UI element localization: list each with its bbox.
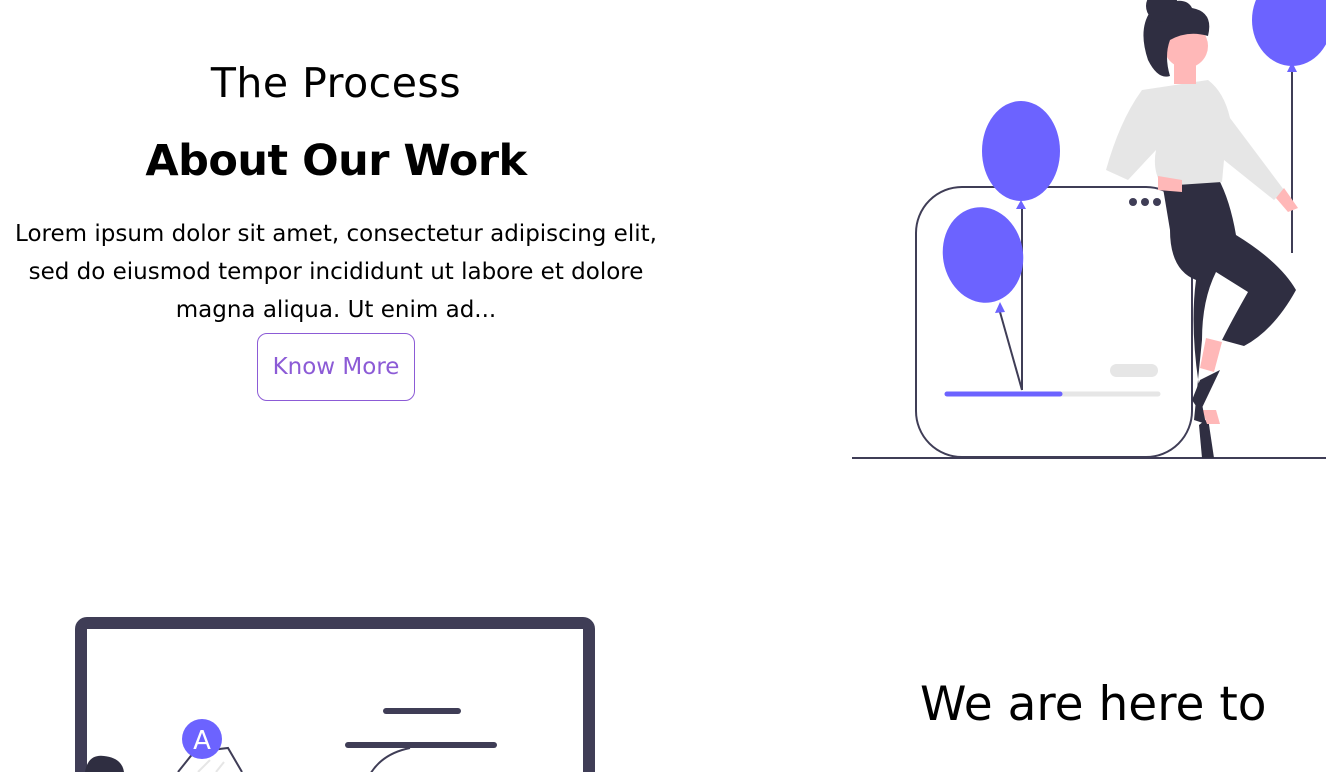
description-line: sed do eiusmod tempor incididunt ut labo… [28,259,644,285]
section-description: Lorem ipsum dolor sit amet, consectetur … [0,215,696,329]
know-more-button[interactable]: Know More [256,333,416,401]
next-section-heading: We are here to [920,677,1267,732]
presentation-board-illustration: A [75,617,595,772]
description-line: Lorem ipsum dolor sit amet, consectetur … [15,221,657,247]
next-section: We are here to [900,672,1326,738]
balloon-right [1252,0,1326,253]
section-eyebrow: The Process [210,59,462,107]
avatar-letter: A [193,726,211,756]
about-section: The Process About Our Work Lorem ipsum d… [0,52,684,401]
page: The Process About Our Work Lorem ipsum d… [0,0,1326,772]
section-heading: About Our Work [145,136,527,186]
woman-with-balloons-illustration [852,0,1326,459]
description-line: magna aliqua. Ut enim ad... [175,297,497,323]
